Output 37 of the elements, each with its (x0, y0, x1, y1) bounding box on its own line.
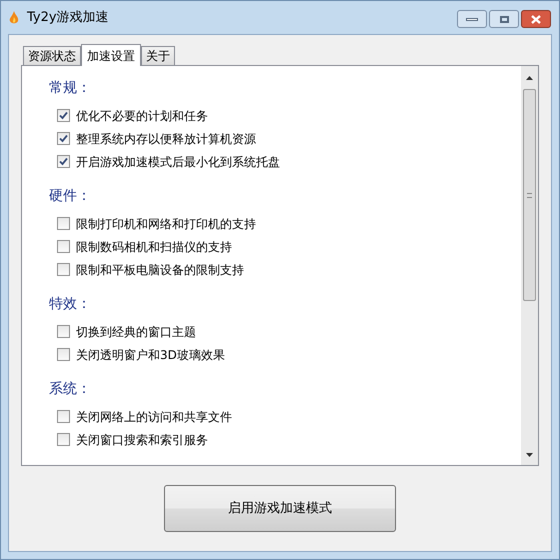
close-icon (531, 14, 541, 24)
checkbox[interactable] (57, 155, 70, 168)
checkbox-label: 优化不必要的计划和任务 (76, 108, 208, 124)
checkbox-label: 关闭网络上的访问和共享文件 (76, 408, 232, 426)
close-button[interactable] (521, 10, 551, 28)
checkbox-label: 整理系统内存以便释放计算机资源 (76, 130, 256, 148)
section-heading: 特效： (49, 295, 91, 314)
scroll-up-icon[interactable] (526, 76, 533, 80)
start-button[interactable]: 启用游戏加速模式 (164, 485, 396, 532)
checkbox[interactable] (57, 240, 70, 253)
section-heading: 硬件： (49, 187, 91, 206)
checkbox[interactable] (57, 217, 70, 230)
tab[interactable]: 资源状态 (23, 46, 81, 65)
tab[interactable]: 关于 (141, 46, 175, 65)
scroll-down-icon[interactable] (526, 453, 533, 457)
checkbox-label: 限制和平板电脑设备的限制支持 (76, 262, 244, 278)
checkbox-label: 关闭透明窗户和3D玻璃效果 (76, 346, 225, 364)
checkbox[interactable] (57, 433, 70, 446)
scrollbar[interactable] (521, 66, 538, 465)
minimize-button[interactable] (457, 10, 487, 28)
checkbox-label: 限制数码相机和扫描仪的支持 (76, 238, 232, 256)
maximize-button[interactable] (489, 10, 519, 28)
checkbox-label: 限制打印机和网络和打印机的支持 (76, 216, 256, 232)
tab[interactable]: 加速设置 (81, 44, 141, 66)
window-title: Ty2y游戏加速 (27, 8, 109, 27)
section-heading: 系统： (49, 380, 91, 399)
checkbox-label: 关闭窗口搜索和索引服务 (76, 432, 208, 448)
checkbox-label: 切换到经典的窗口主题 (76, 324, 196, 340)
checkbox[interactable] (57, 410, 70, 423)
checkbox[interactable] (57, 325, 70, 338)
checkbox[interactable] (57, 132, 70, 145)
checkbox[interactable] (57, 263, 70, 276)
flame-icon (9, 10, 19, 24)
checkbox-label: 开启游戏加速模式后最小化到系统托盘 (76, 154, 280, 170)
checkbox[interactable] (57, 109, 70, 122)
section-heading: 常规： (49, 79, 91, 98)
checkbox[interactable] (57, 348, 70, 361)
